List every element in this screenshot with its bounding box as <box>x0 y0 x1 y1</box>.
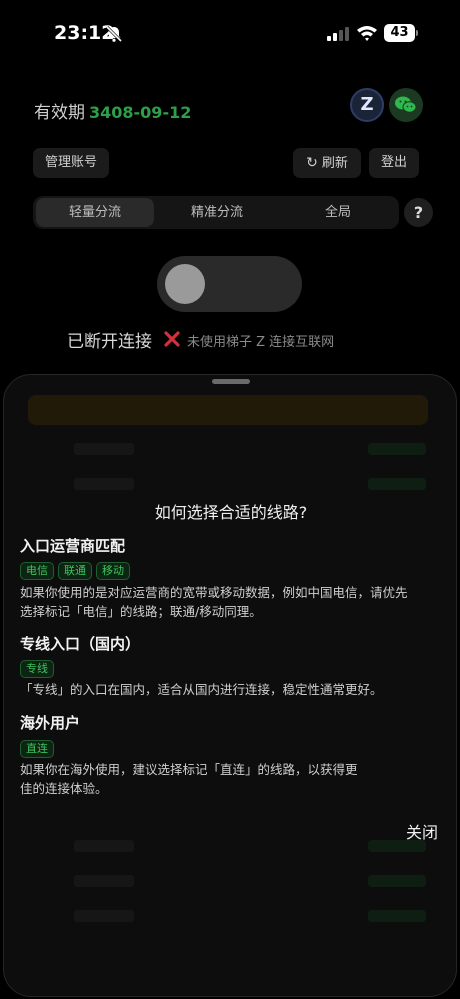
battery-level: 43 <box>384 24 415 42</box>
background-list-item <box>28 474 428 494</box>
bell-muted-icon <box>105 25 123 43</box>
refresh-label: 刷新 <box>321 156 348 171</box>
tab-light-split[interactable]: 轻量分流 <box>36 198 154 227</box>
connection-note: 未使用梯子 Z 连接互联网 <box>187 335 335 350</box>
tab-global[interactable]: 全局 <box>280 198 396 227</box>
logout-button[interactable]: 登出 <box>369 148 419 178</box>
refresh-button[interactable]: ↻ 刷新 <box>293 148 361 178</box>
toggle-knob <box>165 264 205 304</box>
validity-label: 有效期 <box>34 103 85 123</box>
cross-mark-icon <box>164 331 180 347</box>
tab-precise-split[interactable]: 精准分流 <box>158 198 276 227</box>
background-list-item <box>28 439 428 459</box>
validity-date: 3408-09-12 <box>89 103 192 122</box>
mode-segmented-control: 轻量分流 精准分流 全局 <box>33 196 399 229</box>
manage-account-button[interactable]: 管理账号 <box>33 148 109 178</box>
section-title-dedicated-line: 专线入口（国内） <box>20 635 141 653</box>
help-button[interactable]: ? <box>404 198 433 227</box>
validity: 有效期 3408-09-12 <box>34 98 191 123</box>
sheet-title: 如何选择合适的线路? <box>154 503 308 522</box>
background-list-item <box>28 836 428 856</box>
connection-toggle[interactable] <box>157 256 302 312</box>
connection-status: 已断开连接 <box>67 332 152 352</box>
tags-dedicated-line: 专线 <box>20 657 58 678</box>
background-list-item <box>28 906 428 926</box>
section-desc-dedicated-line: 「专线」的入口在国内，适合从国内进行连接，稳定性通常更好。 <box>20 680 440 699</box>
background-list-item <box>28 871 428 891</box>
battery-icon: 43 <box>384 24 418 42</box>
section-title-isp-match: 入口运营商匹配 <box>20 537 126 555</box>
cellular-signal-icon <box>327 27 349 41</box>
tag-telecom: 电信 <box>20 562 54 580</box>
wechat-icon[interactable] <box>389 88 423 122</box>
section-desc-overseas: 如果你在海外使用，建议选择标记「直连」的线路，以获得更 佳的连接体验。 <box>20 760 440 798</box>
sheet-grabber[interactable] <box>212 379 250 384</box>
tag-unicom: 联通 <box>58 562 92 580</box>
tag-dedicated: 专线 <box>20 660 54 678</box>
desc-line: 如果你在海外使用，建议选择标记「直连」的线路，以获得更 <box>20 762 358 777</box>
wifi-icon <box>357 26 377 41</box>
tags-isp-match: 电信 联通 移动 <box>20 559 134 580</box>
tag-mobile: 移动 <box>96 562 130 580</box>
desc-line: 如果你使用的是对应运营商的宽带或移动数据，例如中国电信，请优先 <box>20 585 408 600</box>
status-bar: 23:12 43 <box>0 0 460 70</box>
battery-tip <box>416 30 418 36</box>
route-help-sheet: 如何选择合适的线路? 入口运营商匹配 电信 联通 移动 如果你使用的是对应运营商的宽… <box>3 374 457 997</box>
desc-line: 佳的连接体验。 <box>20 781 108 796</box>
desc-line: 「专线」的入口在国内，适合从国内进行连接，稳定性通常更好。 <box>20 682 383 697</box>
section-title-overseas: 海外用户 <box>20 714 81 732</box>
tags-overseas: 直连 <box>20 737 58 758</box>
desc-line: 选择标记「电信」的线路；联通/移动同理。 <box>20 604 262 619</box>
z-app-icon[interactable]: Z <box>350 88 384 122</box>
background-banner <box>28 395 428 425</box>
tag-direct: 直连 <box>20 740 54 758</box>
section-desc-isp-match: 如果你使用的是对应运营商的宽带或移动数据，例如中国电信，请优先 选择标记「电信」… <box>20 583 440 621</box>
close-button[interactable]: 关闭 <box>406 819 438 843</box>
refresh-icon: ↻ <box>306 155 318 171</box>
